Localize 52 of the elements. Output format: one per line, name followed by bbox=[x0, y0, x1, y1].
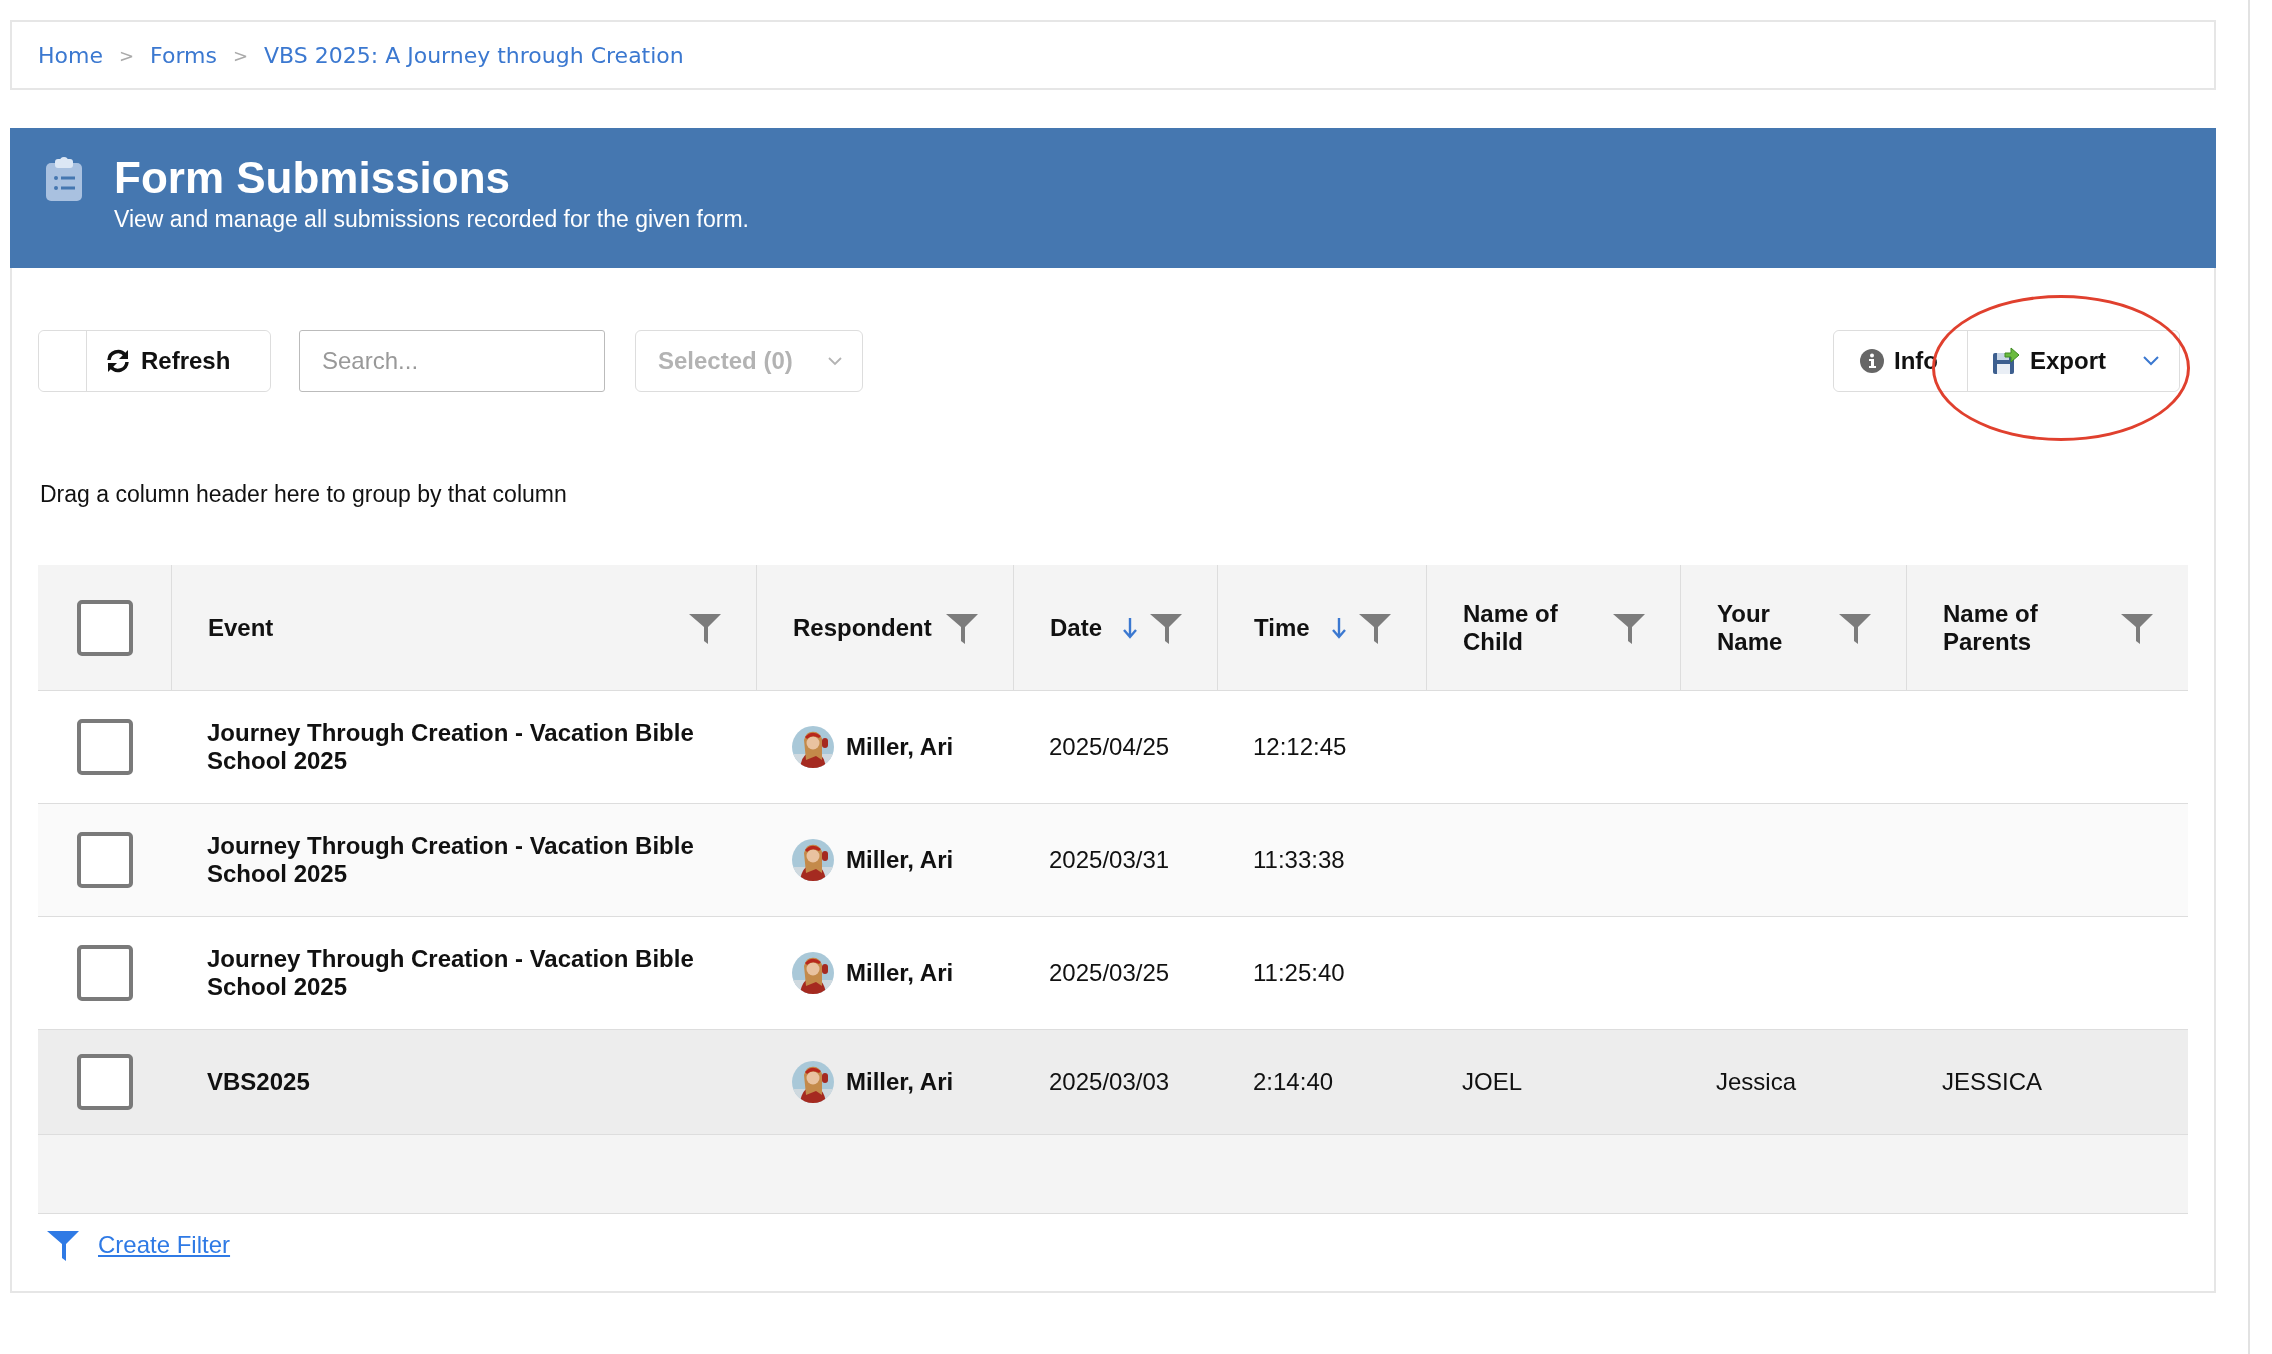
checkbox[interactable] bbox=[76, 1054, 133, 1110]
breadcrumb-link[interactable]: Home bbox=[38, 42, 103, 68]
checkbox[interactable] bbox=[76, 599, 133, 656]
column-header[interactable]: Event bbox=[208, 613, 676, 642]
table-row[interactable]: Journey Through Creation - Vacation Bible School 2025 Miller, Ari 2025/03/31 11:33:38 bbox=[38, 804, 2188, 917]
floppy-export-icon bbox=[1992, 347, 2020, 375]
sort-down-icon[interactable] bbox=[1332, 616, 1346, 639]
respondent-name: Miller, Ari bbox=[846, 846, 954, 874]
create-filter-link[interactable]: Create Filter bbox=[98, 1231, 231, 1259]
search-field[interactable]: Search... bbox=[299, 330, 605, 392]
chevron-down-icon bbox=[2143, 356, 2159, 366]
table-cell: JOEL bbox=[1462, 1068, 1523, 1096]
column-header[interactable]: Date bbox=[1050, 613, 1111, 642]
checkbox[interactable] bbox=[76, 945, 133, 1001]
sort-down-icon[interactable] bbox=[1123, 616, 1137, 639]
column-header[interactable]: Name of Child bbox=[1463, 599, 1600, 656]
breadcrumb-link[interactable]: Forms bbox=[150, 42, 217, 68]
event-name: Journey Through Creation - Vacation Bible School 2025 bbox=[207, 832, 695, 888]
column-header[interactable]: Respondent bbox=[793, 613, 933, 642]
table-cell: 11:33:38 bbox=[1253, 846, 1345, 874]
breadcrumb-separator: > bbox=[232, 44, 249, 66]
chevron-down-icon bbox=[828, 356, 842, 366]
checkbox[interactable] bbox=[76, 719, 133, 775]
table-cell: 2025/03/31 bbox=[1049, 846, 1170, 874]
table-cell: JESSICA bbox=[1942, 1068, 2043, 1096]
table-cell: 2025/04/25 bbox=[1049, 733, 1170, 761]
info-icon bbox=[1860, 349, 1884, 373]
event-name: Journey Through Creation - Vacation Bible School 2025 bbox=[207, 945, 695, 1001]
breadcrumb-link[interactable]: VBS 2025: A Journey through Creation bbox=[264, 42, 684, 68]
table-cell: 11:25:40 bbox=[1253, 959, 1345, 987]
filter-icon bbox=[46, 1228, 80, 1262]
page-title: Form Submissions bbox=[114, 152, 512, 204]
group-hint: Drag a column header here to group by that column bbox=[40, 480, 568, 509]
table-cell: 2025/03/25 bbox=[1049, 959, 1170, 987]
event-name: Journey Through Creation - Vacation Bible School 2025 bbox=[207, 719, 695, 775]
refresh-icon bbox=[105, 348, 131, 374]
table-cell: Jessica bbox=[1716, 1068, 1797, 1096]
table-cell: 2:14:40 bbox=[1253, 1068, 1334, 1096]
respondent-name: Miller, Ari bbox=[846, 1068, 954, 1096]
column-header[interactable]: Name of Parents bbox=[1943, 599, 2108, 656]
table-row[interactable]: VBS2025 Miller, Ari 2025/03/03 2:14:40 JOEL Jessica JESSICA bbox=[38, 1030, 2188, 1135]
respondent-name: Miller, Ari bbox=[846, 733, 954, 761]
column-header[interactable]: Time bbox=[1254, 613, 1320, 642]
clipboard-icon bbox=[44, 156, 84, 202]
breadcrumb-separator: > bbox=[118, 44, 135, 66]
page-subtitle: View and manage all submissions recorded for the given form. bbox=[114, 205, 749, 234]
respondent-name: Miller, Ari bbox=[846, 959, 954, 987]
event-name: VBS2025 bbox=[207, 1068, 310, 1096]
checkbox[interactable] bbox=[76, 832, 133, 888]
table-cell: 12:12:45 bbox=[1253, 733, 1347, 761]
table-cell: 2025/03/03 bbox=[1049, 1068, 1170, 1096]
column-header[interactable]: Your Name bbox=[1717, 599, 1826, 656]
